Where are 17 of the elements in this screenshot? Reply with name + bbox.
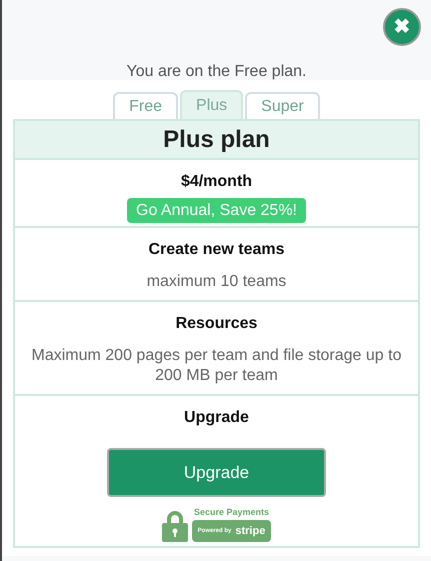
section-heading: Upgrade (184, 408, 249, 428)
padlock-icon (162, 510, 188, 542)
plan-tab[interactable]: Super (245, 92, 320, 119)
annual-offer-button[interactable]: Go Annual, Save 25%! (127, 198, 306, 223)
secure-payments-text: Secure Payments (194, 507, 270, 518)
current-plan-text: You are on the Free plan. (126, 62, 306, 82)
plan-price: $4/month (180, 172, 252, 192)
section-heading: Create new teams (148, 240, 285, 260)
plan-tab[interactable]: Plus (180, 90, 244, 119)
plan-tab[interactable]: Free (113, 92, 178, 119)
section-text: maximum 10 teams (146, 272, 286, 292)
section-heading: Resources (176, 314, 258, 334)
close-button[interactable]: ✖ (383, 8, 421, 46)
plan-title: Plus plan (163, 124, 270, 154)
section-text: Maximum 200 pages per team and file storage up to 200 MB per team (30, 346, 402, 386)
upgrade-button[interactable]: Upgrade (107, 448, 326, 497)
stripe-text: stripe (235, 524, 266, 539)
